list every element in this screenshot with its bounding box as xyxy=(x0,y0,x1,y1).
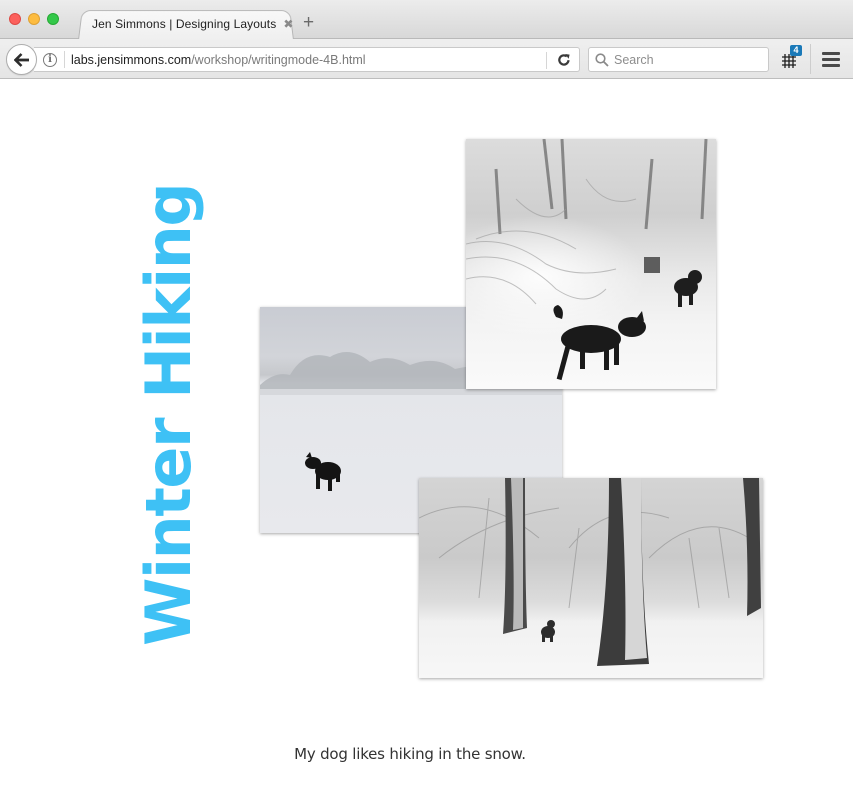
browser-tab[interactable]: Jen Simmons | Designing Layouts ✖ xyxy=(78,9,294,39)
url-domain: labs.jensimmons.com xyxy=(71,52,192,67)
photo-forest-trail xyxy=(466,139,716,389)
url-right-divider xyxy=(546,52,547,69)
browser-titlebar: Jen Simmons | Designing Layouts ✖ + xyxy=(0,0,853,40)
forest-scene xyxy=(466,139,708,381)
zoom-window-button[interactable] xyxy=(47,13,59,25)
search-input[interactable] xyxy=(614,52,754,67)
arrow-left-icon xyxy=(13,52,29,67)
reload-button[interactable] xyxy=(554,50,574,70)
dog-front xyxy=(553,305,646,381)
url-path: /workshop/writingmode-4B.html xyxy=(191,52,366,67)
url-text[interactable]: labs.jensimmons.com/workshop/writingmode… xyxy=(71,53,366,67)
dog-in-field xyxy=(305,452,341,491)
search-icon xyxy=(595,52,609,67)
photo-tall-trees xyxy=(419,478,763,678)
css-grid-button[interactable]: 4 xyxy=(781,45,805,71)
close-window-button[interactable] xyxy=(9,13,21,25)
dog-back xyxy=(674,270,702,307)
new-tab-button[interactable]: + xyxy=(303,13,314,33)
photo-caption: My dog likes hiking in the snow. xyxy=(294,745,526,763)
hamburger-icon-bar xyxy=(822,52,840,55)
search-bar[interactable] xyxy=(588,47,769,72)
tab-title: Jen Simmons | Designing Layouts xyxy=(92,17,277,31)
hamburger-menu-button[interactable] xyxy=(822,52,840,67)
url-divider xyxy=(64,51,65,68)
hamburger-icon-bar xyxy=(822,58,840,61)
hamburger-icon-bar xyxy=(822,64,840,67)
page-content: Winter Hiking My dog likes hiking in the… xyxy=(0,80,853,797)
info-icon[interactable]: i xyxy=(43,52,57,67)
browser-navbar: i labs.jensimmons.com/workshop/writingmo… xyxy=(0,39,853,79)
grid-count-badge: 4 xyxy=(790,45,802,56)
tab-close-icon[interactable]: ✖ xyxy=(283,17,293,31)
toolbar-divider xyxy=(810,44,811,74)
reload-icon xyxy=(558,54,570,66)
url-bar[interactable]: i labs.jensimmons.com/workshop/writingmo… xyxy=(34,47,580,72)
dog-among-trees xyxy=(541,620,555,642)
back-button[interactable] xyxy=(6,44,37,75)
page-heading: Winter Hiking xyxy=(132,183,205,646)
trees-scene xyxy=(419,478,761,666)
minimize-window-button[interactable] xyxy=(28,13,40,25)
